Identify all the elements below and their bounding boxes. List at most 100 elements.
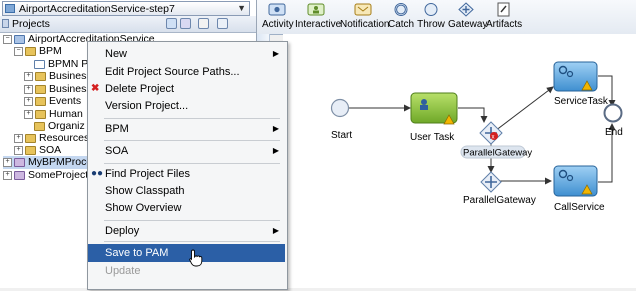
- end-event[interactable]: [603, 103, 623, 123]
- palette-gateway[interactable]: Gateway: [448, 2, 488, 30]
- sequence-flow[interactable]: [458, 107, 488, 123]
- menu-item-label: New: [105, 48, 128, 60]
- menu-separator: [104, 140, 280, 141]
- palette-activity-label: Activity: [262, 19, 294, 30]
- user-icon-body: [420, 105, 428, 110]
- tree-item[interactable]: + MyBPMProcess: [3, 156, 103, 169]
- expand-icon[interactable]: +: [24, 84, 33, 94]
- tree-item[interactable]: + Business: [24, 70, 92, 83]
- expand-icon[interactable]: +: [24, 71, 33, 81]
- menu-item-version-project[interactable]: Version Project...: [88, 98, 285, 114]
- chevron-down-icon[interactable]: ▼: [237, 3, 246, 13]
- expand-icon[interactable]: +: [24, 96, 33, 106]
- folder-icon: [35, 109, 46, 119]
- user-icon: [421, 99, 427, 105]
- tree-item-label: SOA: [39, 144, 62, 156]
- tree-item-label: Business: [49, 83, 92, 95]
- hand-cursor-icon: [189, 249, 203, 267]
- process-diagram: Start User Task x ParallelGateway Parall…: [330, 61, 623, 213]
- properties-icon[interactable]: [217, 18, 228, 29]
- projects-panel-header: Projects: [0, 16, 256, 33]
- menu-item-label: Deploy: [105, 225, 140, 237]
- tree-item-label: Organiz: [48, 120, 85, 132]
- menu-item-new[interactable]: New ▶: [88, 46, 285, 62]
- folder-icon: [35, 96, 46, 106]
- tree-item[interactable]: + SomeProject [v: [3, 169, 99, 182]
- palette-catch-label: Catch: [388, 19, 415, 30]
- tree-item-label: Human: [49, 108, 83, 120]
- application-selector[interactable]: AirportAccreditationService-step7 ▼: [2, 1, 250, 16]
- tree-item-label: BPM: [39, 45, 62, 57]
- menu-item-label: Save to PAM: [105, 247, 169, 259]
- menu-item-label: Edit Project Source Paths...: [105, 66, 240, 78]
- palette-interactive[interactable]: Interactive: [295, 2, 342, 30]
- palette-catch[interactable]: Catch: [388, 2, 414, 30]
- menu-item-save-to-pam[interactable]: Save to PAM: [88, 244, 285, 262]
- service-task[interactable]: [553, 61, 598, 92]
- menu-item-edit-source-paths[interactable]: Edit Project Source Paths...: [88, 64, 285, 80]
- service-task-label: ServiceTask: [554, 96, 609, 107]
- folder-icon: [34, 121, 45, 131]
- palette-artifacts[interactable]: Artifacts: [486, 2, 522, 30]
- filter-icon[interactable]: [198, 18, 209, 29]
- submenu-arrow-icon: ▶: [272, 146, 279, 155]
- menu-item-update[interactable]: Update: [88, 263, 285, 279]
- start-label: Start: [331, 130, 352, 141]
- collapse-icon[interactable]: −: [3, 34, 12, 44]
- palette-throw[interactable]: Throw: [417, 2, 445, 30]
- menu-separator: [104, 118, 280, 119]
- menu-item-label: Update: [105, 265, 141, 277]
- expand-icon[interactable]: +: [24, 109, 33, 119]
- menu-item-find-project-files[interactable]: ●● Find Project Files: [88, 166, 285, 182]
- tree-item-label: BPMN Pr: [48, 58, 92, 70]
- context-menu: New ▶ Edit Project Source Paths... ✖ Del…: [87, 41, 288, 290]
- sequence-flow[interactable]: [494, 86, 554, 132]
- document-icon: [34, 59, 45, 69]
- submenu-arrow-icon: ▶: [272, 226, 279, 235]
- menu-separator: [104, 163, 280, 164]
- folder-icon: [35, 84, 46, 94]
- process-canvas[interactable]: Start User Task x ParallelGateway Parall…: [283, 34, 636, 288]
- expand-icon[interactable]: +: [14, 145, 23, 155]
- palette-notification[interactable]: Notification: [340, 2, 389, 30]
- interactive-icon: [307, 3, 325, 16]
- menu-item-show-overview[interactable]: Show Overview: [88, 200, 285, 216]
- palette-gateway-label: Gateway: [448, 19, 488, 30]
- bpm-editor: Activity Interactive Notification Catch …: [257, 0, 636, 288]
- refresh-icon[interactable]: [180, 18, 191, 29]
- error-x-glyph: x: [492, 135, 495, 141]
- user-task-label: User Task: [410, 132, 455, 143]
- gateway-icon: [458, 2, 474, 17]
- expand-icon[interactable]: +: [3, 157, 12, 167]
- palette-interactive-label: Interactive: [295, 19, 342, 30]
- binoculars-icon: ●●: [91, 168, 104, 179]
- throw-icon: [424, 3, 438, 16]
- menu-item-label: BPM: [105, 123, 129, 135]
- catch-icon: [394, 3, 408, 16]
- project-group-icon: [14, 157, 25, 167]
- project-icon: [14, 34, 25, 44]
- menu-item-label: Show Overview: [105, 202, 182, 214]
- expand-icon[interactable]: +: [14, 133, 23, 143]
- menu-item-deploy[interactable]: Deploy ▶: [88, 223, 285, 239]
- menu-item-delete-project[interactable]: ✖ Delete Project: [88, 81, 285, 97]
- menu-item-label: Show Classpath: [105, 185, 185, 197]
- submenu-arrow-icon: ▶: [272, 49, 279, 58]
- palette-artifacts-label: Artifacts: [486, 19, 523, 30]
- expand-icon[interactable]: +: [3, 170, 12, 180]
- start-event[interactable]: [330, 98, 350, 118]
- collapse-icon[interactable]: −: [14, 46, 23, 56]
- search-icon[interactable]: [166, 18, 177, 29]
- menu-item-show-classpath[interactable]: Show Classpath: [88, 183, 285, 199]
- folder-icon: [25, 133, 36, 143]
- activity-icon: [268, 3, 286, 16]
- menu-item-label: Delete Project: [105, 83, 175, 95]
- tree-item[interactable]: − BPM: [14, 45, 62, 58]
- menu-item-bpm[interactable]: BPM ▶: [88, 121, 285, 137]
- palette-activity[interactable]: Activity: [262, 2, 294, 30]
- menu-item-label: Version Project...: [105, 100, 189, 112]
- tree-item[interactable]: + Events: [24, 95, 81, 108]
- folder-icon: [25, 145, 36, 155]
- menu-item-soa[interactable]: SOA ▶: [88, 143, 285, 159]
- artifacts-icon: [497, 2, 510, 17]
